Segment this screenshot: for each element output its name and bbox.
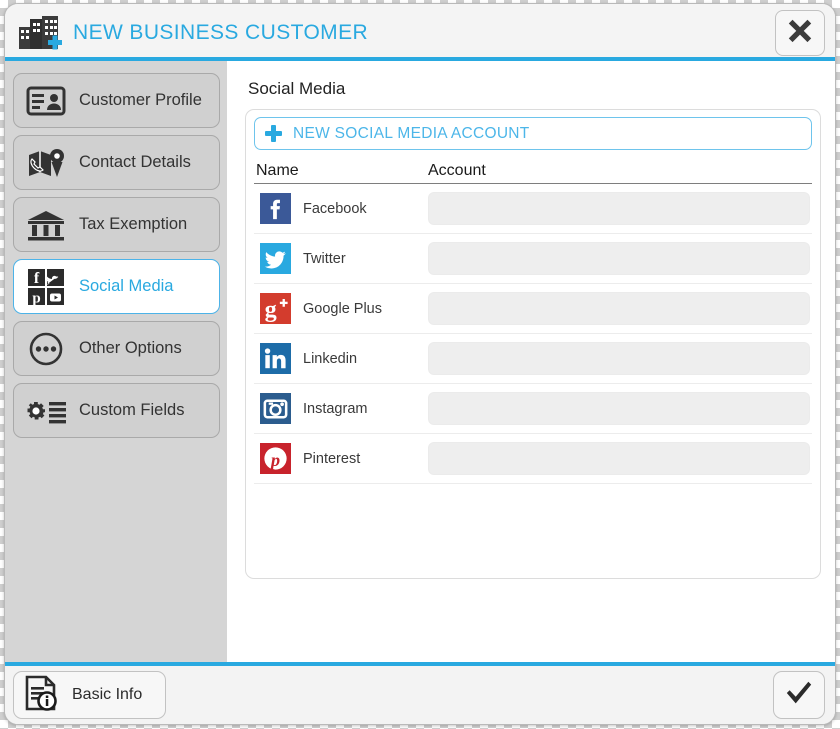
map-phone-pin-icon xyxy=(23,144,69,182)
new-social-media-account-button[interactable]: NEW SOCIAL MEDIA ACCOUNT xyxy=(254,117,812,150)
account-input-google-plus[interactable] xyxy=(428,292,810,325)
svg-text:f: f xyxy=(34,270,40,287)
close-icon xyxy=(786,16,814,49)
dialog-footer: Basic Info xyxy=(5,662,835,724)
bank-icon xyxy=(23,206,69,244)
sidebar-item-label: Social Media xyxy=(79,277,174,295)
svg-text:p: p xyxy=(269,450,280,470)
facebook-icon xyxy=(260,193,291,224)
sidebar-item-label: Custom Fields xyxy=(79,401,185,419)
basic-info-label: Basic Info xyxy=(72,686,143,703)
new-business-customer-dialog: NEW BUSINESS CUSTOMER Customer Profile C… xyxy=(4,3,836,725)
table-row[interactable]: g Google Plus xyxy=(254,284,812,334)
twitter-icon xyxy=(260,243,291,274)
instagram-icon xyxy=(260,393,291,424)
dialog-title-bar: NEW BUSINESS CUSTOMER xyxy=(5,4,835,61)
pinterest-icon: p xyxy=(260,443,291,474)
column-header-account: Account xyxy=(428,162,486,179)
column-header-name: Name xyxy=(256,162,299,179)
sidebar-item-label: Customer Profile xyxy=(79,91,202,109)
gear-list-icon xyxy=(23,392,69,430)
basic-info-button[interactable]: Basic Info xyxy=(13,671,166,719)
account-input-instagram[interactable] xyxy=(428,392,810,425)
account-input-pinterest[interactable] xyxy=(428,442,810,475)
table-row[interactable]: Linkedin xyxy=(254,334,812,384)
sidebar-item-social-media[interactable]: f p Social Media xyxy=(13,259,220,314)
confirm-button[interactable] xyxy=(773,671,825,719)
sidebar-item-custom-fields[interactable]: Custom Fields xyxy=(13,383,220,438)
row-name: Instagram xyxy=(303,400,368,417)
google-plus-icon: g xyxy=(260,293,291,324)
table-row[interactable]: Instagram xyxy=(254,384,812,434)
account-input-twitter[interactable] xyxy=(428,242,810,275)
social-grid-icon: f p xyxy=(23,268,69,306)
content-area: Social Media NEW SOCIAL MEDIA ACCOUNT Na… xyxy=(227,61,835,662)
page-title: Social Media xyxy=(248,79,346,98)
account-input-facebook[interactable] xyxy=(428,192,810,225)
social-media-panel: NEW SOCIAL MEDIA ACCOUNT Name Account Fa… xyxy=(245,109,821,579)
row-name: Twitter xyxy=(303,250,346,267)
ellipsis-circle-icon xyxy=(23,330,69,368)
sidebar-item-tax-exemption[interactable]: Tax Exemption xyxy=(13,197,220,252)
row-name: Linkedin xyxy=(303,350,358,367)
building-plus-icon xyxy=(17,13,63,53)
table-row[interactable]: p Pinterest xyxy=(254,434,812,484)
linkedin-icon xyxy=(260,343,291,374)
dialog-body: Customer Profile Contact Details Tax Exe… xyxy=(5,61,835,662)
document-info-icon xyxy=(22,674,60,717)
sidebar-item-label: Other Options xyxy=(79,339,182,357)
sidebar-item-other-options[interactable]: Other Options xyxy=(13,321,220,376)
checkmark-icon xyxy=(784,678,814,713)
account-input-linkedin[interactable] xyxy=(428,342,810,375)
row-name: Google Plus xyxy=(303,300,382,317)
sidebar-item-customer-profile[interactable]: Customer Profile xyxy=(13,73,220,128)
sidebar-item-label: Contact Details xyxy=(79,153,191,171)
dialog-title: NEW BUSINESS CUSTOMER xyxy=(73,20,369,44)
sidebar-item-contact-details[interactable]: Contact Details xyxy=(13,135,220,190)
id-card-icon xyxy=(23,82,69,120)
sidebar: Customer Profile Contact Details Tax Exe… xyxy=(5,61,227,662)
table-header: Name Account xyxy=(254,150,812,184)
row-name: Facebook xyxy=(303,200,367,217)
table-row[interactable]: Facebook xyxy=(254,184,812,234)
table-row[interactable]: Twitter xyxy=(254,234,812,284)
row-name: Pinterest xyxy=(303,450,361,467)
close-button[interactable] xyxy=(775,9,825,56)
plus-icon xyxy=(265,125,282,142)
svg-text:p: p xyxy=(32,290,40,306)
new-social-media-account-label: NEW SOCIAL MEDIA ACCOUNT xyxy=(293,124,530,142)
svg-text:g: g xyxy=(265,296,277,323)
sidebar-item-label: Tax Exemption xyxy=(79,215,188,233)
